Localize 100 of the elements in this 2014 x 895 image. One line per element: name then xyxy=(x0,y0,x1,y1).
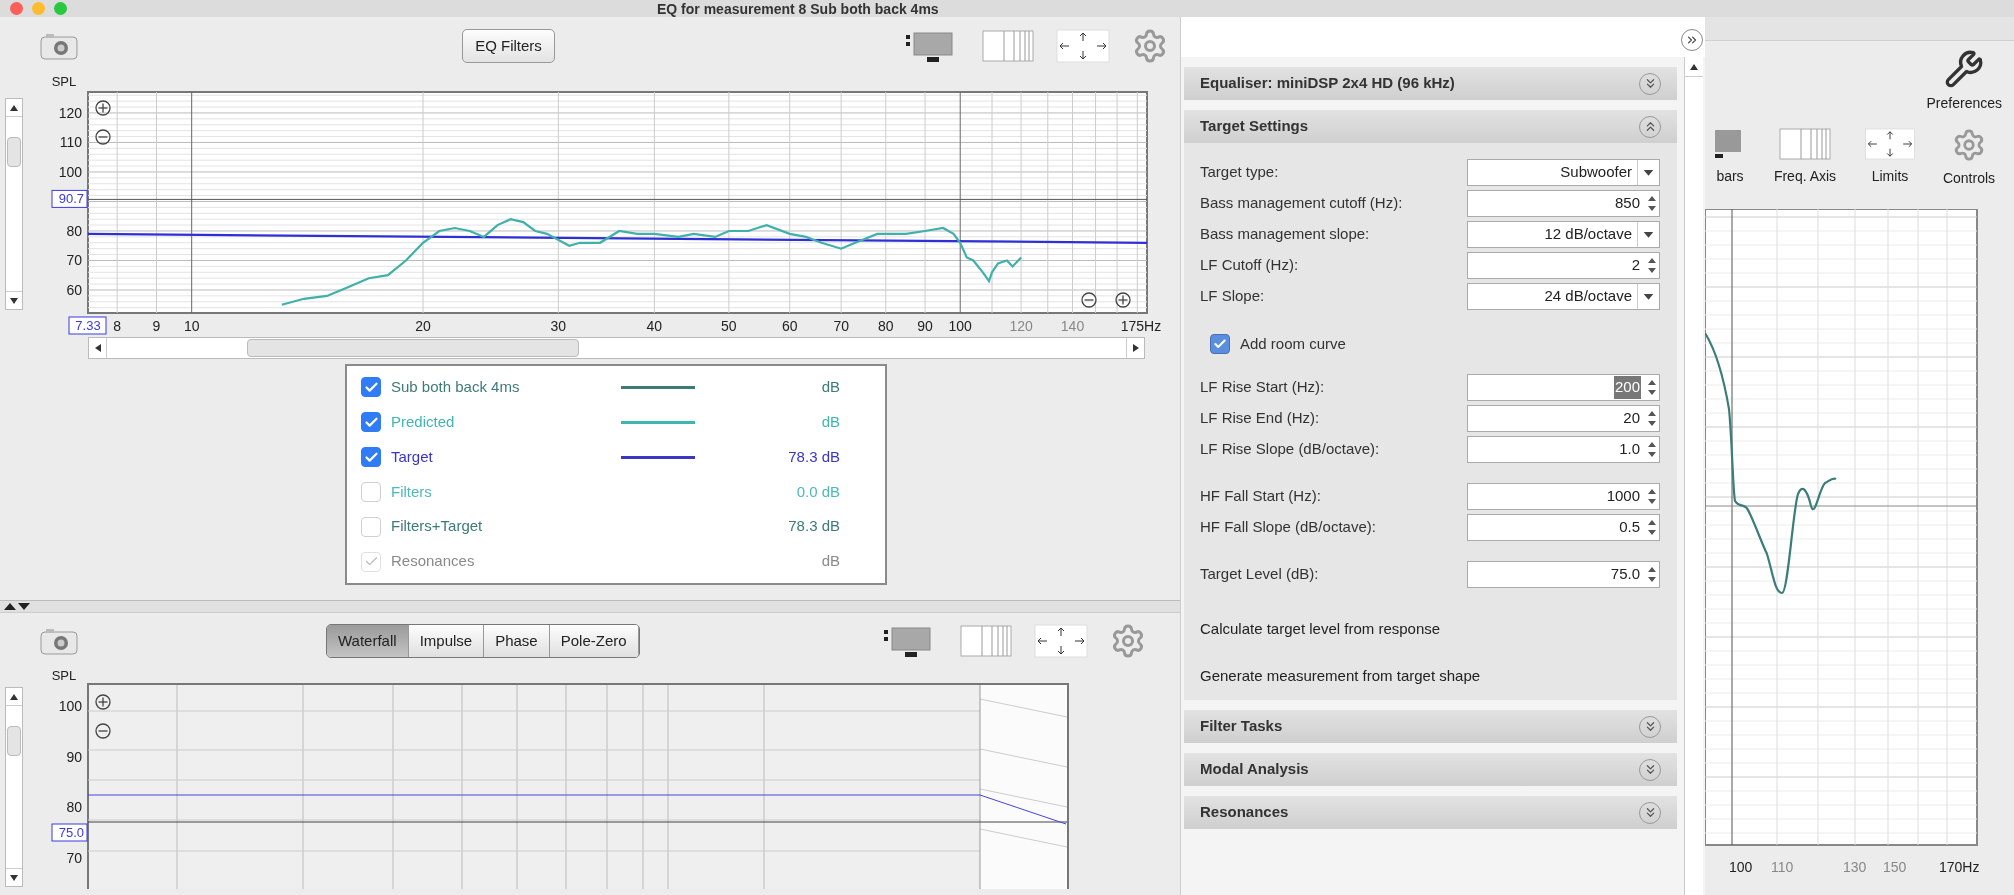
checkbox[interactable] xyxy=(1210,334,1230,354)
axis-label: 100 xyxy=(58,163,82,180)
axis-label: 100 xyxy=(1729,858,1754,877)
view-tab[interactable]: Pole-Zero xyxy=(549,625,639,657)
settings-icon[interactable] xyxy=(1132,28,1168,64)
section-header[interactable]: Modal Analysis xyxy=(1184,753,1677,786)
limits-icon[interactable] xyxy=(1056,29,1110,63)
action-link[interactable]: Generate measurement from target shape xyxy=(1200,664,1677,687)
checkbox[interactable] xyxy=(361,447,381,468)
scroll-thumb[interactable] xyxy=(7,137,21,167)
split-arrows-icon[interactable] xyxy=(4,602,30,611)
series-name: Sub both back 4ms xyxy=(391,377,521,398)
axis-label: 8 xyxy=(113,318,122,334)
checkbox[interactable] xyxy=(361,412,381,433)
section-header[interactable]: Resonances xyxy=(1184,796,1677,829)
series-value: 78.3 dB xyxy=(787,446,840,467)
section-title: Target Settings xyxy=(1200,116,1309,137)
vertical-scrollbar[interactable] xyxy=(5,687,23,887)
view-tab[interactable]: Waterfall xyxy=(327,625,409,657)
axis-label: 130 xyxy=(1843,858,1868,877)
number-field[interactable]: 2 xyxy=(1467,252,1660,279)
number-field[interactable]: 850 xyxy=(1467,190,1660,217)
number-field[interactable]: 1000 xyxy=(1467,483,1660,510)
setting-label: Bass management slope: xyxy=(1200,224,1371,245)
field-value: 850 xyxy=(1613,193,1641,214)
scroll-left-icon[interactable] xyxy=(94,344,101,352)
field-value: 12 dB/octave xyxy=(1543,224,1633,245)
horizontal-scrollbar[interactable] xyxy=(88,337,1145,359)
camera-icon[interactable] xyxy=(40,627,78,655)
settings-icon[interactable] xyxy=(1952,128,1986,162)
zoom-in-icon[interactable] xyxy=(1115,292,1131,308)
vertical-scrollbar[interactable] xyxy=(1684,57,1703,895)
dropdown[interactable]: Subwoofer xyxy=(1467,159,1660,186)
scroll-up-icon[interactable] xyxy=(10,693,18,700)
axis-label: 30 xyxy=(550,318,567,334)
axis-label: 40 xyxy=(646,318,663,334)
number-field[interactable]: 1.0 xyxy=(1467,436,1660,463)
series-value: dB xyxy=(820,377,840,398)
setting-label: LF Rise Start (Hz): xyxy=(1200,377,1326,398)
scroll-up-icon[interactable] xyxy=(1690,63,1698,70)
cursor-value: 90.7 xyxy=(51,189,88,208)
action-link[interactable]: Calculate target level from response xyxy=(1200,618,1677,641)
number-field[interactable]: 200 xyxy=(1467,374,1660,401)
preferences-label[interactable]: Preferences xyxy=(1926,93,2002,114)
toolbar-item[interactable]: bars xyxy=(1705,128,1755,187)
zoom-out-icon[interactable] xyxy=(95,129,111,145)
section-header[interactable]: Equaliser: miniDSP 2x4 HD (96 kHz) xyxy=(1184,67,1677,100)
field-value: 20 xyxy=(1622,408,1641,429)
toolbar-item[interactable]: Controls xyxy=(1925,128,2013,189)
axis-title: SPL xyxy=(51,75,77,89)
chevrons-right-icon xyxy=(1685,33,1699,47)
setting-label: Target type: xyxy=(1200,162,1280,183)
checkbox-option[interactable]: Add room curve xyxy=(1210,330,1677,358)
limits-icon[interactable] xyxy=(1864,128,1916,160)
field-value: Subwoofer xyxy=(1559,162,1633,183)
section-title: Filter Tasks xyxy=(1200,716,1283,737)
zoom-in-icon[interactable] xyxy=(95,100,111,116)
field-value: 2 xyxy=(1630,255,1641,276)
limits-icon[interactable] xyxy=(1033,624,1088,658)
number-field[interactable]: 20 xyxy=(1467,405,1660,432)
axis-label: 90 xyxy=(917,318,933,334)
axis-label: 70 xyxy=(833,318,849,334)
dropdown[interactable]: 12 dB/octave xyxy=(1467,221,1660,248)
toolbar-item[interactable]: Limits xyxy=(1855,128,1925,187)
axis-label: 80 xyxy=(877,318,894,334)
toolbar-item[interactable]: Freq. Axis xyxy=(1755,128,1855,187)
field-value: 1000 xyxy=(1605,486,1641,507)
eq-filters-button[interactable]: EQ Filters xyxy=(462,29,555,63)
section-header[interactable]: Filter Tasks xyxy=(1184,710,1677,743)
vertical-scrollbar[interactable] xyxy=(5,98,23,310)
axis-label: 150 xyxy=(1883,858,1908,877)
scroll-up-icon[interactable] xyxy=(10,104,18,111)
setting-label: LF Cutoff (Hz): xyxy=(1200,255,1300,276)
scroll-down-icon[interactable] xyxy=(10,874,18,881)
camera-icon[interactable] xyxy=(40,32,78,60)
section-header[interactable]: Target Settings xyxy=(1184,110,1677,143)
series-name: Predicted xyxy=(391,412,456,432)
setting-label: HF Fall Start (Hz): xyxy=(1200,486,1322,507)
dropdown[interactable]: 24 dB/octave xyxy=(1467,283,1660,310)
setting-label: LF Rise End (Hz): xyxy=(1200,408,1321,429)
field-value: 1.0 xyxy=(1618,439,1641,460)
axis-label: 60 xyxy=(781,318,798,334)
number-field[interactable]: 0.5 xyxy=(1467,514,1660,541)
view-tab[interactable]: Impulse xyxy=(408,625,485,657)
view-tab[interactable]: Phase xyxy=(484,625,550,657)
scroll-down-icon[interactable] xyxy=(10,297,18,304)
zoom-in-icon[interactable] xyxy=(95,694,111,710)
setting-label: LF Slope: xyxy=(1200,286,1266,307)
field-value: 24 dB/octave xyxy=(1543,286,1633,307)
zoom-out-icon[interactable] xyxy=(1081,292,1097,308)
scroll-thumb[interactable] xyxy=(247,339,579,357)
axis-label: 9 xyxy=(152,318,161,334)
setting-label: Bass management cutoff (Hz): xyxy=(1200,193,1404,214)
scroll-right-icon[interactable] xyxy=(1132,344,1139,352)
checkbox[interactable] xyxy=(361,377,381,398)
number-field[interactable]: 75.0 xyxy=(1467,561,1660,588)
zoom-out-icon[interactable] xyxy=(95,723,111,739)
series-value: 0.0 dB xyxy=(795,481,840,502)
scroll-thumb[interactable] xyxy=(7,726,21,756)
wrench-icon[interactable] xyxy=(1944,49,1985,89)
